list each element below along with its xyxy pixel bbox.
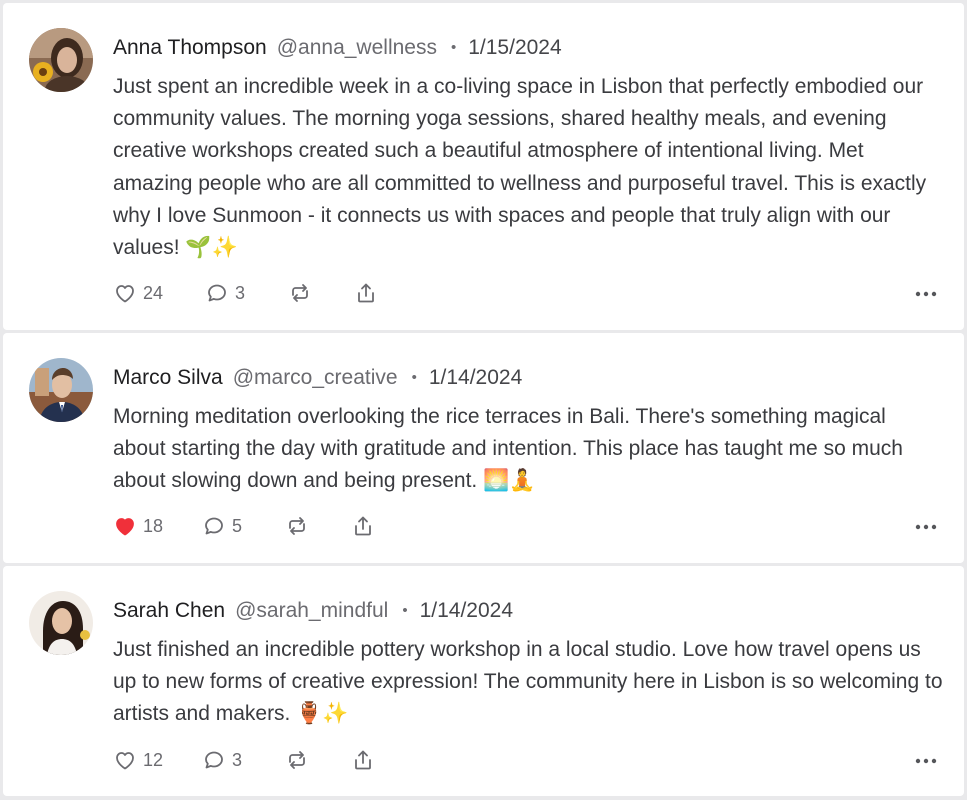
comment-count: 3 <box>235 282 246 303</box>
like-count: 12 <box>143 749 164 770</box>
post-card: Anna Thompson @anna_wellness • 1/15/2024 Ju… <box>3 3 964 330</box>
heart-icon <box>113 748 137 772</box>
post-header: Sarah Chen @sarah_mindful • 1/14/2024 <box>113 597 513 627</box>
post-actions: 12 3 <box>113 745 375 775</box>
share-icon <box>351 748 375 772</box>
heart-icon <box>113 281 137 305</box>
post-card: Marco Silva @marco_creative • 1/14/2024 Mor… <box>3 333 964 563</box>
ellipsis-icon <box>915 284 937 302</box>
comment-button[interactable]: 3 <box>205 281 288 305</box>
post-date: 1/14/2024 <box>428 366 523 389</box>
repost-icon <box>285 748 309 772</box>
more-options-button[interactable] <box>914 748 938 772</box>
comment-button[interactable]: 5 <box>202 514 285 538</box>
separator-dot: • <box>411 369 417 386</box>
like-count: 24 <box>143 282 164 303</box>
author-handle[interactable]: @sarah_mindful <box>235 599 388 622</box>
comment-button[interactable]: 3 <box>202 748 285 772</box>
author-handle[interactable]: @anna_wellness <box>277 36 437 59</box>
comment-count: 5 <box>232 515 243 536</box>
repost-button[interactable] <box>285 748 351 772</box>
post-feed: Anna Thompson @anna_wellness • 1/15/2024 Ju… <box>0 0 967 800</box>
separator-dot: • <box>402 602 408 619</box>
more-options-button[interactable] <box>914 281 938 305</box>
separator-dot: • <box>450 39 457 56</box>
comment-icon <box>205 281 229 305</box>
share-icon <box>354 281 378 305</box>
repost-icon <box>288 281 312 305</box>
post-actions: 18 5 <box>113 511 375 541</box>
like-button[interactable]: 12 <box>113 748 202 772</box>
comment-icon <box>202 748 226 772</box>
post-card: Sarah Chen @sarah_mindful • 1/14/2024 Just … <box>3 566 964 796</box>
like-count: 18 <box>143 515 164 536</box>
repost-button[interactable] <box>285 514 351 538</box>
ellipsis-icon <box>915 517 937 535</box>
author-handle[interactable]: @marco_creative <box>233 366 398 389</box>
share-button[interactable] <box>354 281 378 305</box>
comment-icon <box>202 514 226 538</box>
heart-icon <box>113 514 137 538</box>
post-text: Just spent an incredible week in a co-li… <box>113 75 927 260</box>
comment-count: 3 <box>232 749 243 770</box>
post-actions: 24 3 <box>113 278 378 308</box>
repost-icon <box>285 514 309 538</box>
avatar[interactable] <box>29 358 93 422</box>
author-name[interactable]: Anna Thompson <box>113 36 267 59</box>
post-text: Just finished an incredible pottery work… <box>113 638 943 726</box>
share-button[interactable] <box>351 748 375 772</box>
repost-button[interactable] <box>288 281 354 305</box>
avatar[interactable] <box>29 591 93 655</box>
post-header: Anna Thompson @anna_wellness • 1/15/2024 <box>113 34 562 64</box>
ellipsis-icon <box>915 751 937 769</box>
share-icon <box>351 514 375 538</box>
author-name[interactable]: Marco Silva <box>113 366 223 389</box>
like-button[interactable]: 18 <box>113 514 202 538</box>
like-button[interactable]: 24 <box>113 281 205 305</box>
post-text: Morning meditation overlooking the rice … <box>113 405 903 493</box>
post-header: Marco Silva @marco_creative • 1/14/2024 <box>113 364 522 394</box>
post-date: 1/14/2024 <box>419 599 514 622</box>
more-options-button[interactable] <box>914 514 938 538</box>
avatar[interactable] <box>29 28 93 92</box>
share-button[interactable] <box>351 514 375 538</box>
post-date: 1/15/2024 <box>468 36 562 59</box>
author-name[interactable]: Sarah Chen <box>113 599 225 622</box>
